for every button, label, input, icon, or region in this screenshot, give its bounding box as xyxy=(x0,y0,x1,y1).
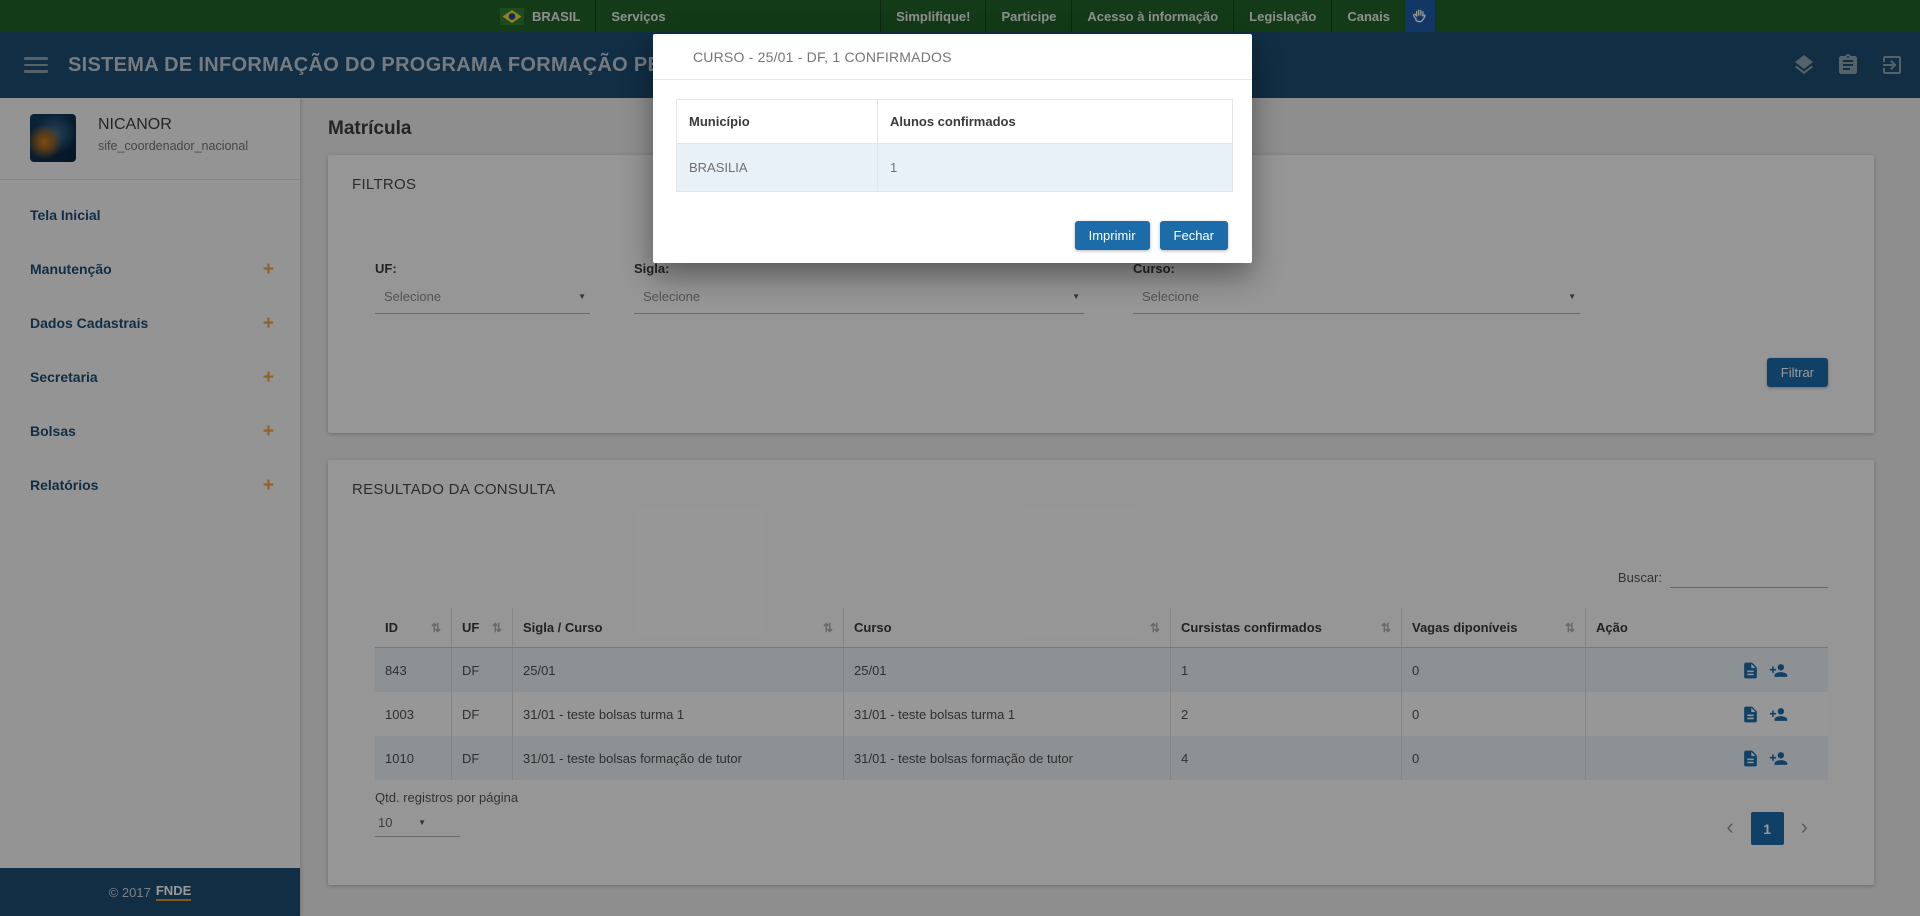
modal-column-alunos: Alunos confirmados xyxy=(877,100,1232,144)
modal-column-municipio: Município xyxy=(677,100,877,144)
confirmed-students-modal: CURSO - 25/01 - DF, 1 CONFIRMADOS Municí… xyxy=(653,34,1252,263)
modal-title: CURSO - 25/01 - DF, 1 CONFIRMADOS xyxy=(693,49,952,65)
modal-table: Município Alunos confirmados BRASILIA 1 xyxy=(676,99,1233,192)
modal-table-row: BRASILIA 1 xyxy=(677,144,1232,191)
fechar-button[interactable]: Fechar xyxy=(1160,221,1228,250)
imprimir-button[interactable]: Imprimir xyxy=(1075,221,1150,250)
